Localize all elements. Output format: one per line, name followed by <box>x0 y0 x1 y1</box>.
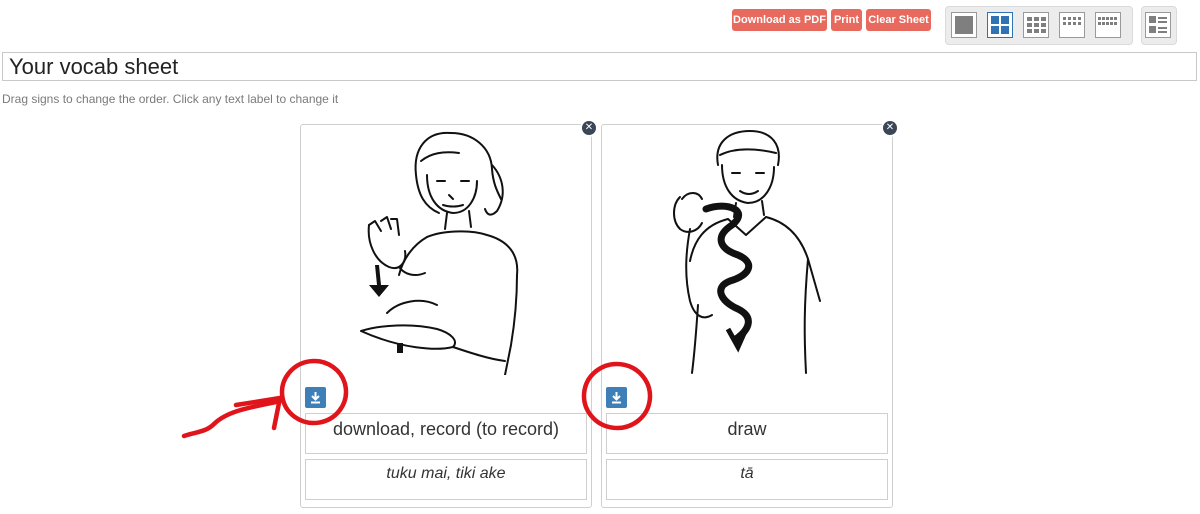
list-view-group <box>1141 6 1177 45</box>
single-grid-icon <box>955 16 973 34</box>
layout-4-up-button[interactable] <box>987 12 1013 38</box>
grid-2x2-icon <box>991 16 1009 34</box>
download-icon <box>612 392 621 404</box>
arrow-head-annotation <box>233 395 283 431</box>
layout-list-button[interactable] <box>1145 12 1171 38</box>
english-label[interactable]: draw <box>606 413 888 454</box>
clear-sheet-button[interactable]: Clear Sheet <box>866 9 931 31</box>
download-icon <box>311 392 320 404</box>
grid-4x2-icon <box>1063 17 1081 25</box>
print-button[interactable]: Print <box>831 9 862 31</box>
maori-label[interactable]: tuku mai, tiki ake <box>305 459 587 500</box>
layout-6-up-button[interactable] <box>1023 12 1049 38</box>
sign-illustration-draw <box>673 130 821 374</box>
download-pdf-button[interactable]: Download as PDF <box>732 9 827 31</box>
list-layout-icon <box>1149 16 1167 33</box>
sheet-title-input[interactable]: Your vocab sheet <box>2 52 1197 81</box>
english-label[interactable]: download, record (to record) <box>305 413 587 454</box>
arrow-annotation <box>181 399 279 439</box>
close-icon: ✕ <box>885 122 895 133</box>
sign-illustration-download <box>360 131 519 375</box>
grid-5x2-icon <box>1098 17 1117 25</box>
maori-label[interactable]: tā <box>606 459 888 500</box>
remove-card-button[interactable]: ✕ <box>582 121 596 135</box>
remove-card-button[interactable]: ✕ <box>883 121 897 135</box>
sheet-hint-text: Drag signs to change the order. Click an… <box>2 92 339 106</box>
sign-card[interactable]: ✕ draw tā <box>601 121 897 508</box>
layout-1-up-button[interactable] <box>951 12 977 38</box>
layout-12-up-button[interactable] <box>1095 12 1121 38</box>
grid-3x3-icon <box>1027 17 1046 33</box>
layout-8-up-button[interactable] <box>1059 12 1085 38</box>
sign-card[interactable]: ✕ download, record (to record) tuku mai,… <box>300 121 596 508</box>
download-sign-button[interactable] <box>305 387 326 408</box>
layout-selector <box>945 6 1133 45</box>
close-icon: ✕ <box>584 122 594 133</box>
download-sign-button[interactable] <box>606 387 627 408</box>
